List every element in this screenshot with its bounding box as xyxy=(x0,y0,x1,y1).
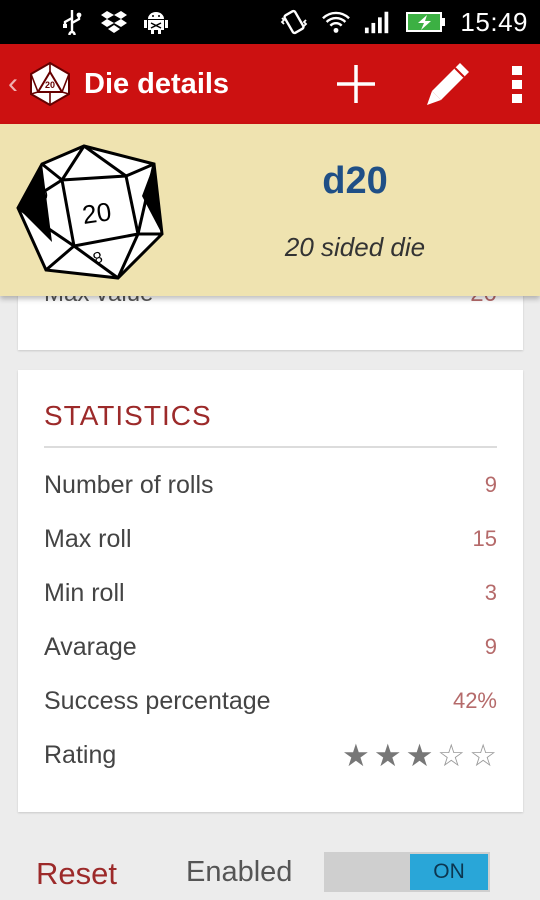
stat-row-average: Avarage 9 xyxy=(44,630,497,664)
rating-label: Rating xyxy=(44,740,117,769)
stat-value: 3 xyxy=(484,580,497,605)
action-bar: ‹ 20 Die details xyxy=(0,44,540,124)
toggle-knob: ON xyxy=(410,854,488,890)
add-button[interactable] xyxy=(310,44,402,124)
bottom-bar: Reset Enabled ON xyxy=(0,836,540,900)
enabled-toggle[interactable]: ON xyxy=(324,852,490,892)
edit-button[interactable] xyxy=(402,44,494,124)
stat-value: 9 xyxy=(484,472,497,497)
reset-button[interactable]: Reset xyxy=(36,856,117,892)
star-filled-icon[interactable]: ★ xyxy=(342,740,370,771)
action-bar-title: Die details xyxy=(84,67,230,100)
stat-row-min-roll: Min roll 3 xyxy=(44,576,497,610)
statistics-divider xyxy=(44,446,497,448)
stat-row-max-roll: Max roll 15 xyxy=(44,522,497,556)
add-icon xyxy=(337,65,375,103)
svg-text:20: 20 xyxy=(45,80,55,90)
wifi-icon xyxy=(322,9,351,35)
edit-pencil-icon xyxy=(427,63,469,105)
d20-die-image: 20 8 10 xyxy=(16,144,164,280)
battery-charging-icon xyxy=(406,9,446,35)
vibrate-icon xyxy=(280,9,308,35)
statistics-card: STATISTICS Number of rolls 9 Max roll 15… xyxy=(18,370,523,812)
overflow-menu-icon xyxy=(512,66,522,103)
statistics-title: STATISTICS xyxy=(44,400,212,431)
stat-value: 9 xyxy=(484,634,497,659)
star-filled-icon[interactable]: ★ xyxy=(374,740,402,771)
star-empty-icon[interactable]: ☆ xyxy=(469,740,497,771)
stat-label: Number of rolls xyxy=(44,470,214,499)
die-face-label: 20 xyxy=(80,196,113,230)
svg-text:10: 10 xyxy=(32,187,48,203)
enabled-label: Enabled xyxy=(186,856,293,888)
status-time: 15:49 xyxy=(460,6,528,37)
d20-app-icon[interactable]: 20 xyxy=(26,60,74,108)
stat-label: Max roll xyxy=(44,524,132,553)
stat-row-success-percentage: Success percentage 42% xyxy=(44,684,497,718)
stat-label: Min roll xyxy=(44,578,125,607)
rating-stars[interactable]: ★ ★ ★ ☆ ☆ xyxy=(342,740,497,771)
star-empty-icon[interactable]: ☆ xyxy=(437,740,465,771)
die-header: 20 8 10 d20 20 sided die xyxy=(0,124,540,296)
up-chevron-icon[interactable]: ‹ xyxy=(8,69,22,99)
star-filled-icon[interactable]: ★ xyxy=(406,740,434,771)
dropbox-icon xyxy=(100,9,128,35)
stat-label: Success percentage xyxy=(44,686,271,715)
die-name: d20 xyxy=(322,160,388,202)
stat-value: 42% xyxy=(452,688,497,713)
stat-label: Avarage xyxy=(44,632,137,661)
status-bar: 15:49 xyxy=(0,0,540,44)
stat-value: 15 xyxy=(472,526,497,551)
stat-row-number-of-rolls: Number of rolls 9 xyxy=(44,468,497,502)
die-description: 20 sided die xyxy=(284,232,426,262)
usb-icon xyxy=(58,9,86,35)
overflow-menu-button[interactable] xyxy=(494,44,540,124)
stat-row-rating: Rating ★ ★ ★ ☆ ☆ xyxy=(44,738,497,772)
signal-icon xyxy=(364,9,392,35)
android-debug-icon xyxy=(142,9,170,35)
